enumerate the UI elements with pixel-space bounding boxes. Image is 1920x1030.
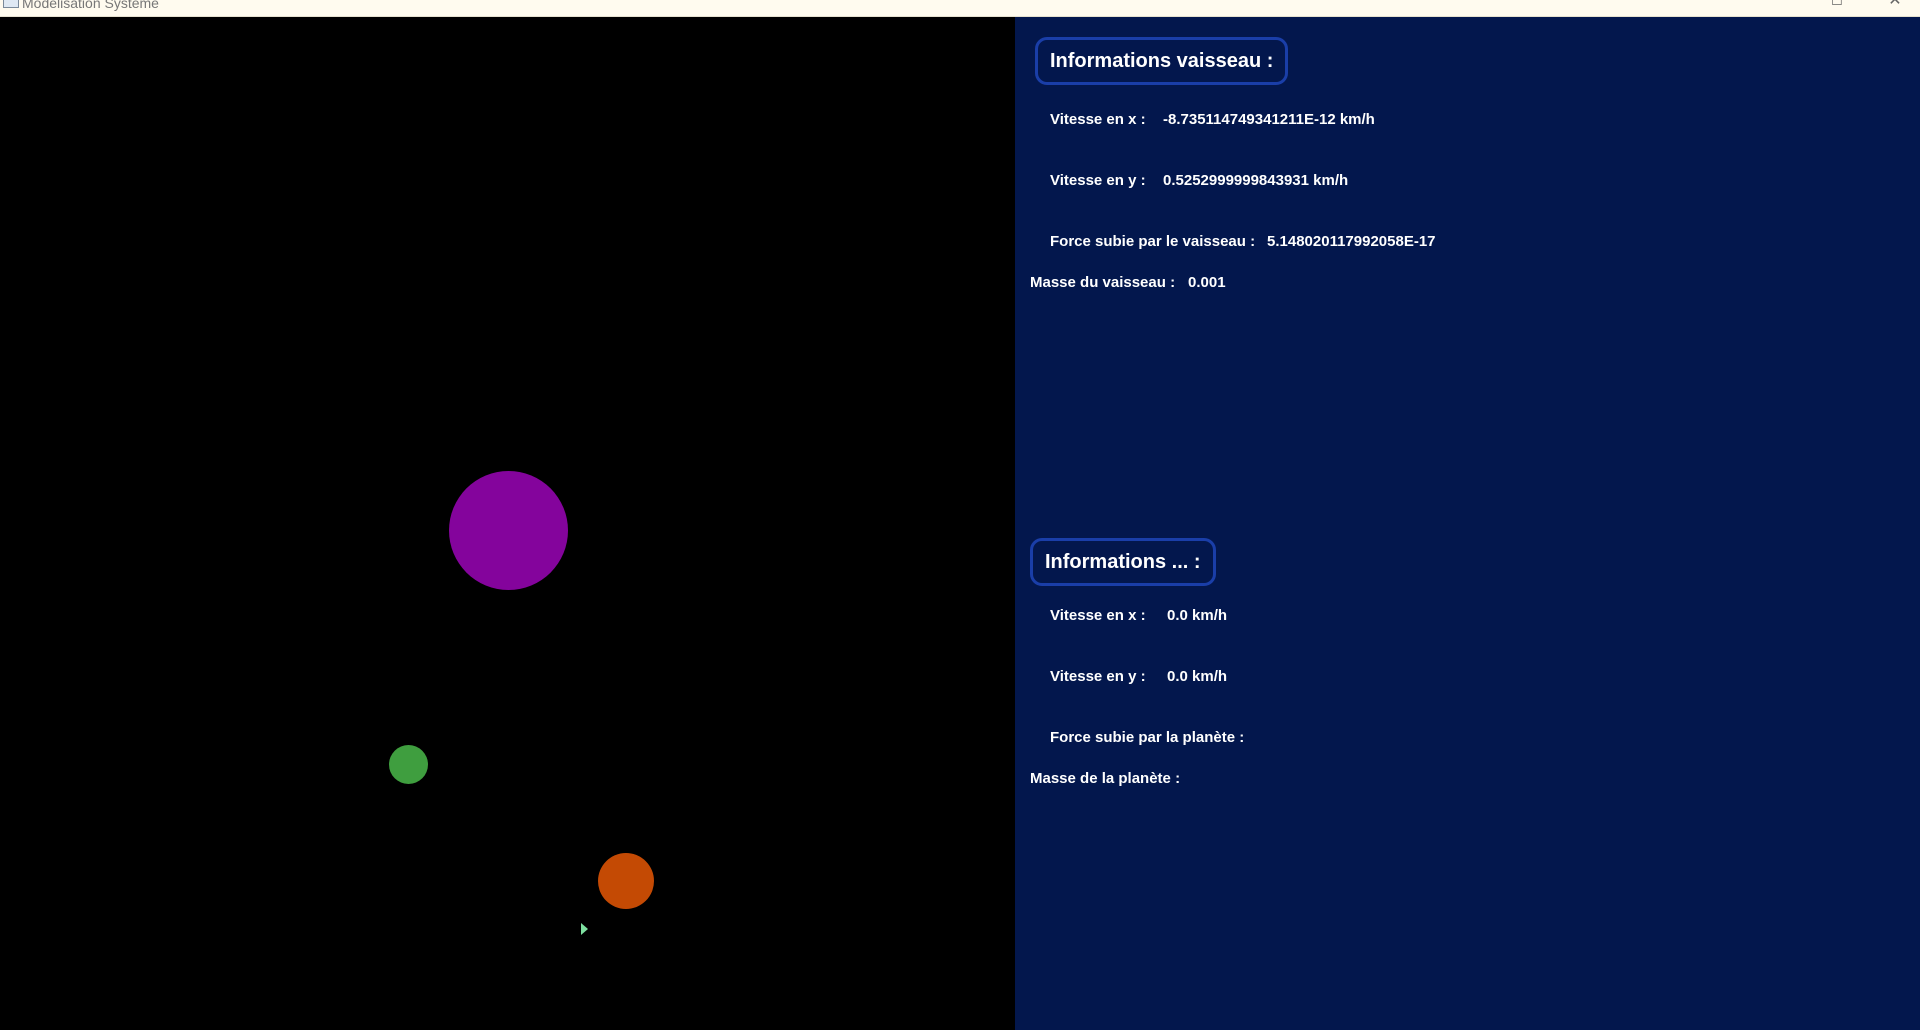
- planet-force-label: Force subie par la planète :: [1050, 729, 1245, 746]
- ship-force-label: Force subie par le vaisseau :: [1050, 233, 1256, 250]
- planet-mass-label: Masse de la planète :: [1030, 770, 1181, 787]
- maximize-icon[interactable]: ☐: [1822, 0, 1852, 8]
- planet-force-row: Force subie par la planète :: [1050, 729, 1244, 746]
- ship-speed-y-row: Vitesse en y : 0.5252999999843931 km/h: [1050, 172, 1348, 189]
- title-bar[interactable]: Modélisation Système ☐ ✕: [0, 0, 1920, 17]
- planet-speed-x-label: Vitesse en x :: [1050, 607, 1146, 624]
- spaceship-marker[interactable]: [581, 923, 588, 935]
- ship-mass-label: Masse du vaisseau :: [1030, 274, 1176, 291]
- ship-speed-x-row: Vitesse en x : -8.735114749341211E-12 km…: [1050, 111, 1375, 128]
- planet-speed-x-value: 0.0 km/h: [1167, 607, 1228, 624]
- simulation-canvas[interactable]: [0, 17, 1015, 1030]
- planet-orange[interactable]: [598, 853, 654, 909]
- planet-purple[interactable]: [449, 471, 568, 590]
- planet-speed-y-label: Vitesse en y :: [1050, 668, 1146, 685]
- planet-green[interactable]: [389, 745, 428, 784]
- ship-speed-y-label: Vitesse en y :: [1050, 172, 1146, 189]
- planet-speed-y-value: 0.0 km/h: [1167, 668, 1228, 685]
- planet-speed-x-row: Vitesse en x : 0.0 km/h: [1050, 607, 1227, 624]
- app-icon: [3, 0, 19, 8]
- ship-info-title: Informations vaisseau :: [1035, 37, 1289, 85]
- ship-speed-x-label: Vitesse en x :: [1050, 111, 1146, 128]
- ship-mass-row: Masse du vaisseau : 0.001: [1030, 274, 1226, 291]
- ship-mass-value: 0.001: [1188, 274, 1226, 291]
- ship-force-value: 5.148020117992058E-17: [1267, 233, 1436, 250]
- app-window: Modélisation Système ☐ ✕ Informations va…: [0, 0, 1920, 1030]
- ship-speed-x-value: -8.735114749341211E-12 km/h: [1163, 111, 1375, 128]
- close-icon[interactable]: ✕: [1880, 0, 1910, 9]
- planet-mass-row: Masse de la planète :: [1030, 770, 1180, 787]
- planet-info-title: Informations ... :: [1030, 538, 1216, 586]
- planet-speed-y-row: Vitesse en y : 0.0 km/h: [1050, 668, 1227, 685]
- info-panel: Informations vaisseau : Vitesse en x : -…: [1015, 17, 1920, 1030]
- window-title: Modélisation Système: [22, 0, 159, 11]
- ship-speed-y-value: 0.5252999999843931 km/h: [1163, 172, 1349, 189]
- ship-force-row: Force subie par le vaisseau : 5.14802011…: [1050, 233, 1436, 250]
